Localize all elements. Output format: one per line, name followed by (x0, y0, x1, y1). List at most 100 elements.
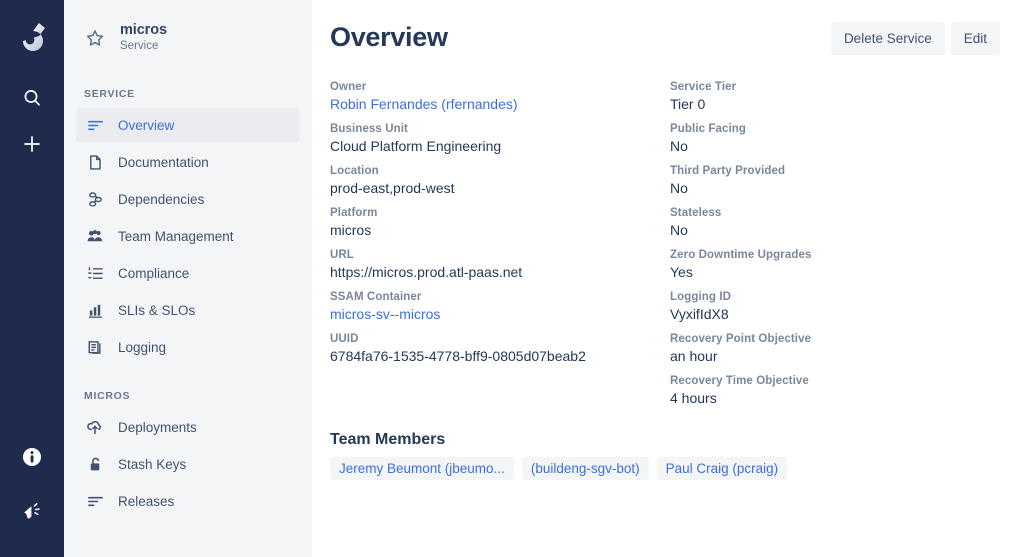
nav-list-service: Overview Documentation (64, 108, 312, 364)
service-header: micros Service (64, 14, 312, 62)
team-member-chip[interactable]: (buildeng-sgv-bot) (522, 457, 649, 480)
sidebar-item-slis-slos[interactable]: SLIs & SLOs (76, 293, 300, 327)
field-value: https://micros.prod.atl-paas.net (330, 264, 670, 280)
details-column-right: Service Tier Tier 0 Public Facing No Thi… (670, 81, 1000, 417)
sidebar-item-documentation[interactable]: Documentation (76, 145, 300, 179)
megaphone-icon[interactable] (12, 491, 52, 531)
team-members-section: Team Members Jeremy Beumont (jbeumo... (… (330, 431, 1000, 480)
star-icon[interactable] (84, 28, 106, 48)
app-root: micros Service SERVICE Overview (0, 0, 1024, 557)
sidebar-item-overview[interactable]: Overview (76, 108, 300, 142)
sidebar-item-dependencies[interactable]: Dependencies (76, 182, 300, 216)
field-label: URL (330, 249, 670, 261)
field-label: Location (330, 165, 670, 177)
rail-bottom-group (0, 437, 64, 545)
field-value[interactable]: Robin Fernandes (rfernandes) (330, 96, 670, 112)
field-value: No (670, 138, 1000, 154)
field-ssam-container: SSAM Container micros-sv--micros (330, 291, 670, 322)
list-lines-icon (86, 116, 104, 134)
info-icon[interactable] (12, 437, 52, 477)
search-icon[interactable] (12, 78, 52, 118)
team-member-chip[interactable]: Jeremy Beumont (jbeumo... (330, 457, 514, 480)
team-members-chips: Jeremy Beumont (jbeumo... (buildeng-sgv-… (330, 457, 1000, 480)
sidebar-item-label: Releases (118, 494, 174, 509)
logs-icon (86, 338, 104, 356)
sidebar-item-label: Logging (118, 340, 166, 355)
field-label: Owner (330, 81, 670, 93)
field-label: Public Facing (670, 123, 1000, 135)
list-lines-icon (86, 492, 104, 510)
unlocked-padlock-icon (86, 455, 104, 473)
sidebar-item-deployments[interactable]: Deployments (76, 410, 300, 444)
details-grid: Owner Robin Fernandes (rfernandes) Busin… (330, 81, 1000, 417)
field-value: No (670, 222, 1000, 238)
field-label: Third Party Provided (670, 165, 1000, 177)
service-name: micros (120, 22, 167, 39)
edit-button[interactable]: Edit (951, 22, 1000, 55)
field-label: Stateless (670, 207, 1000, 219)
field-label: SSAM Container (330, 291, 670, 303)
sidebar-item-releases[interactable]: Releases (76, 484, 300, 518)
dependencies-icon (86, 190, 104, 208)
field-label: Recovery Time Objective (670, 375, 1000, 387)
field-uuid: UUID 6784fa76-1535-4778-bff9-0805d07beab… (330, 333, 670, 364)
sidebar-item-label: Team Management (118, 229, 234, 244)
details-column-left: Owner Robin Fernandes (rfernandes) Busin… (330, 81, 670, 417)
sidebar-item-label: Deployments (118, 420, 197, 435)
sidebar-item-label: Dependencies (118, 192, 204, 207)
field-url: URL https://micros.prod.atl-paas.net (330, 249, 670, 280)
field-label: Service Tier (670, 81, 1000, 93)
field-owner: Owner Robin Fernandes (rfernandes) (330, 81, 670, 112)
field-zero-downtime-upgrades: Zero Downtime Upgrades Yes (670, 249, 1000, 280)
field-value: Tier 0 (670, 96, 1000, 112)
document-icon (86, 153, 104, 171)
cloud-upload-icon (86, 418, 104, 436)
service-sidebar: micros Service SERVICE Overview (64, 0, 312, 557)
field-recovery-point-objective: Recovery Point Objective an hour (670, 333, 1000, 364)
field-value: micros (330, 222, 670, 238)
field-label: Platform (330, 207, 670, 219)
header-actions: Delete Service Edit (831, 22, 1000, 55)
field-value: 4 hours (670, 390, 1000, 406)
field-value: prod-east,prod-west (330, 180, 670, 196)
field-stateless: Stateless No (670, 207, 1000, 238)
sidebar-item-logging[interactable]: Logging (76, 330, 300, 364)
global-nav-rail (0, 0, 64, 557)
service-type: Service (120, 40, 167, 54)
field-value: Cloud Platform Engineering (330, 138, 670, 154)
field-label: Zero Downtime Upgrades (670, 249, 1000, 261)
sidebar-item-stash-keys[interactable]: Stash Keys (76, 447, 300, 481)
field-value: Yes (670, 264, 1000, 280)
plus-icon[interactable] (12, 124, 52, 164)
sidebar-item-label: Overview (118, 118, 174, 133)
field-third-party-provided: Third Party Provided No (670, 165, 1000, 196)
nav-list-micros: Deployments Stash Keys Releases (64, 410, 312, 518)
micros-logo-icon[interactable] (11, 14, 53, 56)
section-label-micros: MICROS (64, 390, 312, 402)
field-value: No (670, 180, 1000, 196)
field-public-facing: Public Facing No (670, 123, 1000, 154)
field-label: Recovery Point Objective (670, 333, 1000, 345)
field-service-tier: Service Tier Tier 0 (670, 81, 1000, 112)
delete-service-button[interactable]: Delete Service (831, 22, 945, 55)
main-content: Overview Delete Service Edit Owner Robin… (312, 0, 1024, 557)
team-member-chip[interactable]: Paul Craig (pcraig) (657, 457, 788, 480)
ordered-list-icon (86, 264, 104, 282)
field-value[interactable]: micros-sv--micros (330, 306, 670, 322)
field-business-unit: Business Unit Cloud Platform Engineering (330, 123, 670, 154)
field-label: Business Unit (330, 123, 670, 135)
sidebar-item-compliance[interactable]: Compliance (76, 256, 300, 290)
sidebar-item-label: SLIs & SLOs (118, 303, 195, 318)
field-label: Logging ID (670, 291, 1000, 303)
field-value: 6784fa76-1535-4778-bff9-0805d07beab2 (330, 348, 670, 364)
page-title: Overview (330, 22, 448, 53)
sidebar-item-team-management[interactable]: Team Management (76, 219, 300, 253)
bar-chart-icon (86, 301, 104, 319)
sidebar-item-label: Compliance (118, 266, 189, 281)
sidebar-item-label: Documentation (118, 155, 209, 170)
field-platform: Platform micros (330, 207, 670, 238)
sidebar-item-label: Stash Keys (118, 457, 186, 472)
field-value: VyxifIdX8 (670, 306, 1000, 322)
page-header: Overview Delete Service Edit (330, 18, 1000, 55)
section-label-service: SERVICE (64, 88, 312, 100)
